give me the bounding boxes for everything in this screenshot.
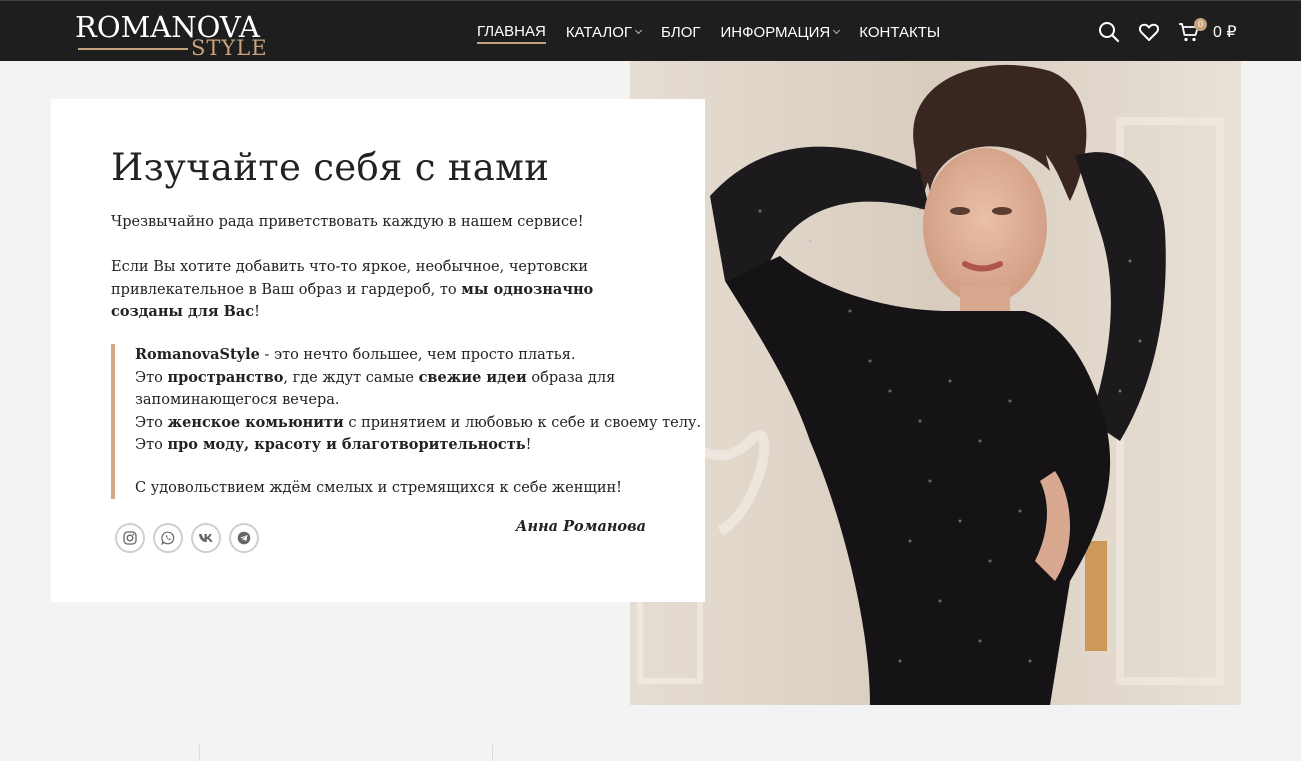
intro-paragraph: Если Вы хотите добавить что-то яркое, не…	[111, 256, 641, 324]
whatsapp-icon[interactable]	[153, 523, 183, 553]
quote-text: - это нечто большее, чем просто платья.	[259, 347, 576, 363]
vk-icon[interactable]	[191, 523, 221, 553]
greeting-text: Чрезвычайно рада приветствовать каждую в…	[111, 214, 584, 230]
nav-label: КОНТАКТЫ	[859, 23, 941, 41]
quote-line: Это пространство, где ждут самые свежие …	[135, 367, 651, 390]
signature: Анна Романова	[515, 518, 646, 535]
cart-count-badge: 0	[1194, 18, 1207, 31]
nav-label: КАТАЛОГ	[565, 23, 633, 41]
nav-item-catalog[interactable]: КАТАЛОГ	[565, 22, 643, 42]
site-header: ROMANOVA STYLE ГЛАВНАЯ КАТАЛОГ БЛОГ ИНФО…	[0, 0, 1301, 61]
quote-text: Это	[135, 414, 168, 431]
search-icon[interactable]	[1098, 21, 1120, 43]
quote-bold: свежие идеи	[418, 368, 527, 386]
telegram-icon[interactable]	[229, 523, 259, 553]
hero-photo	[630, 61, 1241, 705]
main-nav: ГЛАВНАЯ КАТАЛОГ БЛОГ ИНФОРМАЦИЯ КОНТАКТЫ	[477, 22, 960, 44]
quote-text: !	[525, 437, 532, 453]
about-title: Изучайте себя с нами	[111, 146, 550, 189]
quote-bold: женское комьюнити	[167, 413, 344, 431]
cart-total[interactable]: 0 ₽	[1213, 22, 1237, 42]
quote-text: с принятием и любовью к себе и своему те…	[343, 414, 702, 431]
brand-name: RomanovaStyle	[135, 346, 260, 363]
nav-label: БЛОГ	[661, 23, 701, 41]
quote-text: , где ждут самые	[283, 369, 419, 386]
quote-bold: про моду, красоту и благотворительность	[167, 436, 526, 453]
logo-underline	[78, 48, 188, 50]
quote-line: Это женское комьюнити с принятием и любо…	[135, 412, 701, 435]
heart-icon[interactable]	[1138, 21, 1160, 43]
chevron-down-icon	[634, 26, 643, 35]
nav-label: ИНФОРМАЦИЯ	[720, 23, 831, 41]
logo-sub-text: STYLE	[191, 36, 268, 60]
nav-item-info[interactable]: ИНФОРМАЦИЯ	[720, 22, 841, 42]
about-card: Изучайте себя с нами Чрезвычайно рада пр…	[51, 99, 705, 602]
quote-line: RomanovaStyle - это нечто большее, чем п…	[135, 344, 651, 367]
social-links	[115, 523, 267, 553]
quote-line: Это про моду, красоту и благотворительно…	[135, 434, 651, 457]
nav-item-home[interactable]: ГЛАВНАЯ	[477, 22, 546, 44]
quote-block: RomanovaStyle - это нечто большее, чем п…	[111, 344, 701, 499]
instagram-icon[interactable]	[115, 523, 145, 553]
nav-label: ГЛАВНАЯ	[477, 22, 546, 40]
nav-item-contacts[interactable]: КОНТАКТЫ	[859, 22, 940, 42]
quote-closing: С удовольствием ждём смелых и стремящихс…	[135, 479, 623, 496]
chevron-down-icon	[833, 26, 841, 35]
quote-text: Это	[135, 437, 168, 453]
quote-bold: пространство	[167, 368, 284, 386]
quote-text: Это	[135, 369, 168, 386]
quote-text: образа для	[526, 369, 616, 386]
divider	[199, 745, 200, 761]
intro-end: !	[254, 304, 260, 320]
logo[interactable]: ROMANOVA STYLE	[75, 10, 267, 60]
nav-item-blog[interactable]: БЛОГ	[661, 22, 700, 42]
divider	[492, 745, 493, 761]
quote-line: запоминающегося вечера.	[135, 392, 340, 408]
